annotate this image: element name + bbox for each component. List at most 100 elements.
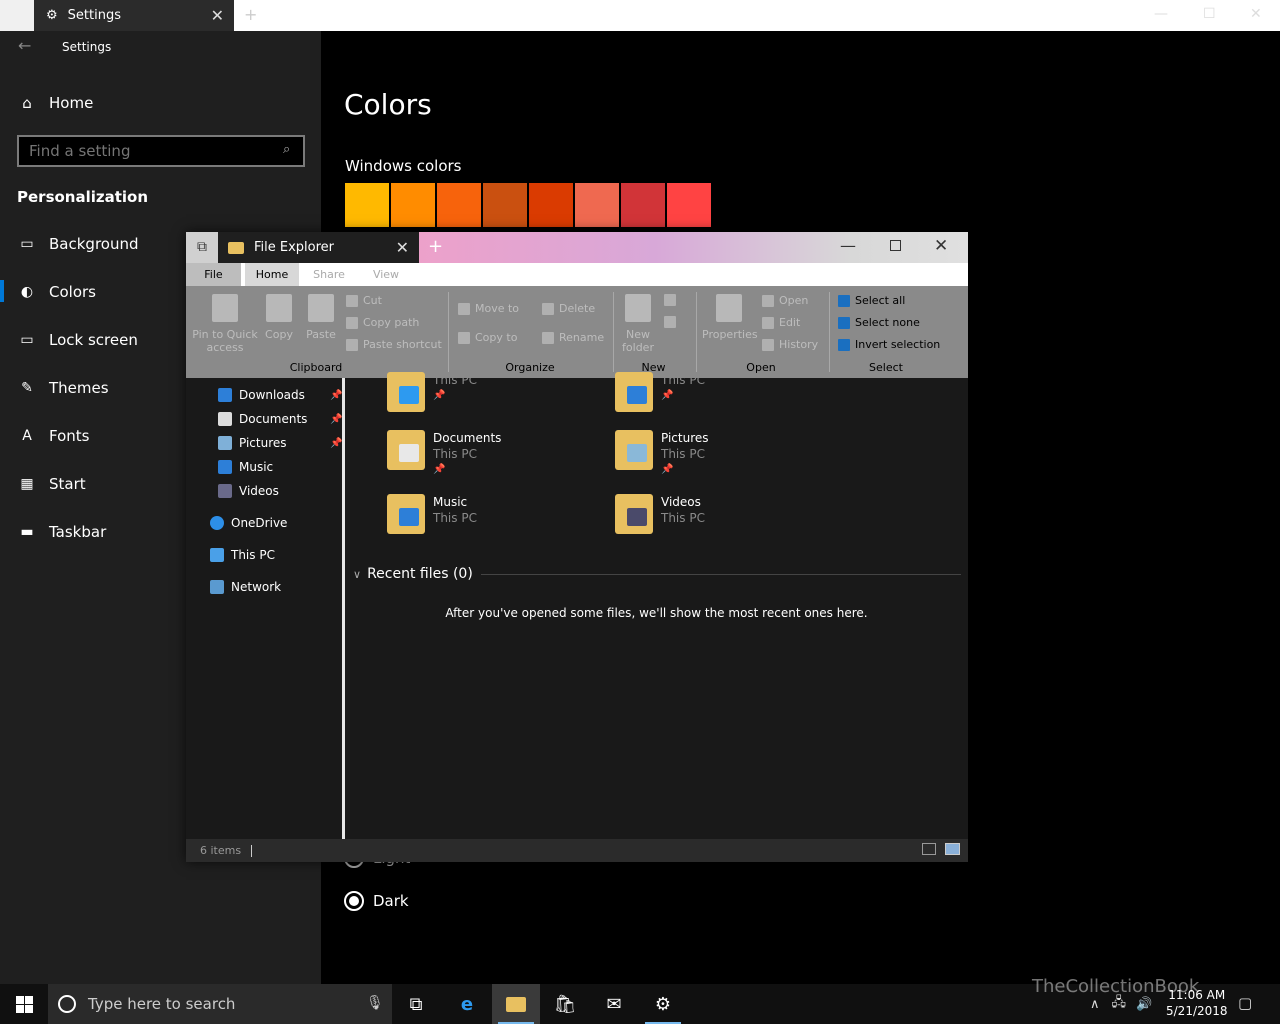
color-swatch[interactable] <box>621 183 665 227</box>
nav-item-themes[interactable]: ✎ Themes <box>17 376 108 400</box>
store-icon[interactable]: 🛍 <box>541 984 589 1024</box>
maximize-icon[interactable] <box>890 240 901 251</box>
item-location: This PC <box>661 373 705 387</box>
nav-item-background[interactable]: ▭ Background <box>17 232 139 256</box>
nav-documents[interactable]: Documents 📌 <box>218 412 342 426</box>
chevron-up-icon[interactable]: ∧ <box>1090 997 1100 1012</box>
search-icon[interactable]: ⌕ <box>283 142 290 157</box>
quick-access-item[interactable]: Pictures This PC 📌 <box>615 430 709 478</box>
task-view-icon[interactable]: ⧉ <box>392 984 440 1024</box>
color-swatch[interactable] <box>575 183 619 227</box>
minimize-icon[interactable]: — <box>1154 6 1168 22</box>
item-location: This PC <box>661 447 705 461</box>
find-setting-input[interactable] <box>17 135 305 167</box>
move-to-button[interactable]: Move to <box>458 302 519 315</box>
nav-label: Fonts <box>49 427 90 445</box>
nav-videos[interactable]: Videos <box>218 484 279 498</box>
new-item-button[interactable] <box>664 294 681 306</box>
details-view-icon[interactable] <box>922 843 936 855</box>
quick-access-item[interactable]: Videos This PC <box>615 494 705 534</box>
color-swatch[interactable] <box>667 183 711 227</box>
tab-menu-button[interactable] <box>0 0 34 31</box>
back-arrow-icon[interactable]: ← <box>18 36 31 55</box>
copy-to-button[interactable]: Copy to <box>458 331 517 344</box>
color-swatch[interactable] <box>345 183 389 227</box>
nav-this-pc[interactable]: This PC <box>210 548 275 562</box>
properties-button[interactable]: Properties <box>702 294 758 341</box>
delete-label: Delete <box>559 302 596 315</box>
history-button[interactable]: History <box>762 338 818 351</box>
new-tab-icon[interactable]: + <box>244 5 257 24</box>
nav-label: Start <box>49 475 86 493</box>
select-all-button[interactable]: Select all <box>838 294 905 307</box>
home-nav-item[interactable]: ⌂ Home <box>17 94 93 112</box>
paste-label: Paste <box>306 328 336 341</box>
color-swatch[interactable] <box>391 183 435 227</box>
organize-group-label: Organize <box>505 361 555 374</box>
paste-shortcut-icon <box>346 338 358 351</box>
tab-view[interactable]: View <box>362 263 410 286</box>
action-center-icon[interactable]: ▢ <box>1238 994 1252 1012</box>
nav-label: Music <box>239 460 274 474</box>
easy-access-button[interactable] <box>664 316 681 328</box>
recent-files-header[interactable]: ∨ Recent files (0) <box>353 566 961 582</box>
new-tab-icon[interactable]: + <box>428 236 443 257</box>
nav-pictures[interactable]: Pictures 📌 <box>218 436 342 450</box>
nav-label: Background <box>49 235 139 253</box>
tabs-overview-icon[interactable]: ⧉ <box>186 232 218 263</box>
tab-home[interactable]: Home <box>245 263 299 286</box>
new-folder-button[interactable]: New folder <box>618 294 658 354</box>
paste-button[interactable]: Paste <box>304 294 338 341</box>
dark-mode-radio[interactable]: Dark <box>344 891 409 911</box>
large-icons-view-icon[interactable] <box>945 843 960 855</box>
color-swatch[interactable] <box>437 183 481 227</box>
nav-item-start[interactable]: ▦ Start <box>17 472 86 496</box>
edge-browser-icon[interactable]: e <box>443 984 491 1024</box>
rename-button[interactable]: Rename <box>542 331 604 344</box>
tab-file[interactable]: File <box>186 263 241 286</box>
invert-selection-button[interactable]: Invert selection <box>838 338 940 351</box>
mail-icon[interactable]: ✉ <box>590 984 638 1024</box>
close-icon[interactable]: ✕ <box>934 236 948 256</box>
minimize-icon[interactable]: — <box>840 236 856 255</box>
close-tab-icon[interactable]: ✕ <box>211 6 224 25</box>
copy-button[interactable]: Copy <box>262 294 296 341</box>
cut-button[interactable]: Cut <box>346 294 382 307</box>
nav-downloads[interactable]: Downloads 📌 <box>218 388 342 402</box>
file-explorer-taskbar-icon[interactable] <box>492 984 540 1024</box>
maximize-icon[interactable]: ☐ <box>1203 6 1216 22</box>
copy-path-button[interactable]: Copy path <box>346 316 419 329</box>
color-swatch[interactable] <box>529 183 573 227</box>
settings-taskbar-icon[interactable]: ⚙ <box>639 984 687 1024</box>
edit-icon <box>762 316 774 329</box>
documents-folder-icon <box>387 430 425 470</box>
nav-item-taskbar[interactable]: ▬ Taskbar <box>17 520 106 544</box>
quick-access-item[interactable]: Music This PC <box>387 494 477 534</box>
pin-to-quick-access-button[interactable]: Pin to Quick access <box>192 294 258 354</box>
edit-button[interactable]: Edit <box>762 316 800 329</box>
start-button[interactable] <box>0 984 48 1024</box>
open-button[interactable]: Open <box>762 294 808 307</box>
nav-item-lock-screen[interactable]: ▭ Lock screen <box>17 328 137 352</box>
nav-network[interactable]: Network <box>210 580 281 594</box>
quick-access-item[interactable]: This PC 📌 <box>387 372 477 412</box>
settings-tab[interactable]: ⚙ Settings ✕ <box>34 0 234 31</box>
delete-button[interactable]: Delete <box>542 302 595 315</box>
nav-item-colors[interactable]: ◐ Colors <box>17 280 96 304</box>
explorer-tab[interactable]: File Explorer ✕ <box>218 232 419 263</box>
microphone-icon[interactable]: 🎙 <box>366 995 384 1011</box>
tab-share[interactable]: Share <box>304 263 354 286</box>
gear-icon: ⚙ <box>46 8 58 23</box>
nav-item-fonts[interactable]: A Fonts <box>17 424 89 448</box>
close-icon[interactable]: ✕ <box>1250 6 1262 22</box>
color-swatch[interactable] <box>483 183 527 227</box>
paste-shortcut-button[interactable]: Paste shortcut <box>346 338 442 351</box>
close-tab-icon[interactable]: ✕ <box>396 238 409 257</box>
select-none-button[interactable]: Select none <box>838 316 920 329</box>
nav-onedrive[interactable]: OneDrive <box>210 516 287 530</box>
quick-access-item[interactable]: This PC 📌 <box>615 372 705 412</box>
taskbar-search-box[interactable]: Type here to search <box>48 984 392 1024</box>
nav-music[interactable]: Music <box>218 460 273 474</box>
volume-icon[interactable]: 🔊 <box>1136 997 1152 1012</box>
quick-access-item[interactable]: Documents This PC 📌 <box>387 430 501 478</box>
